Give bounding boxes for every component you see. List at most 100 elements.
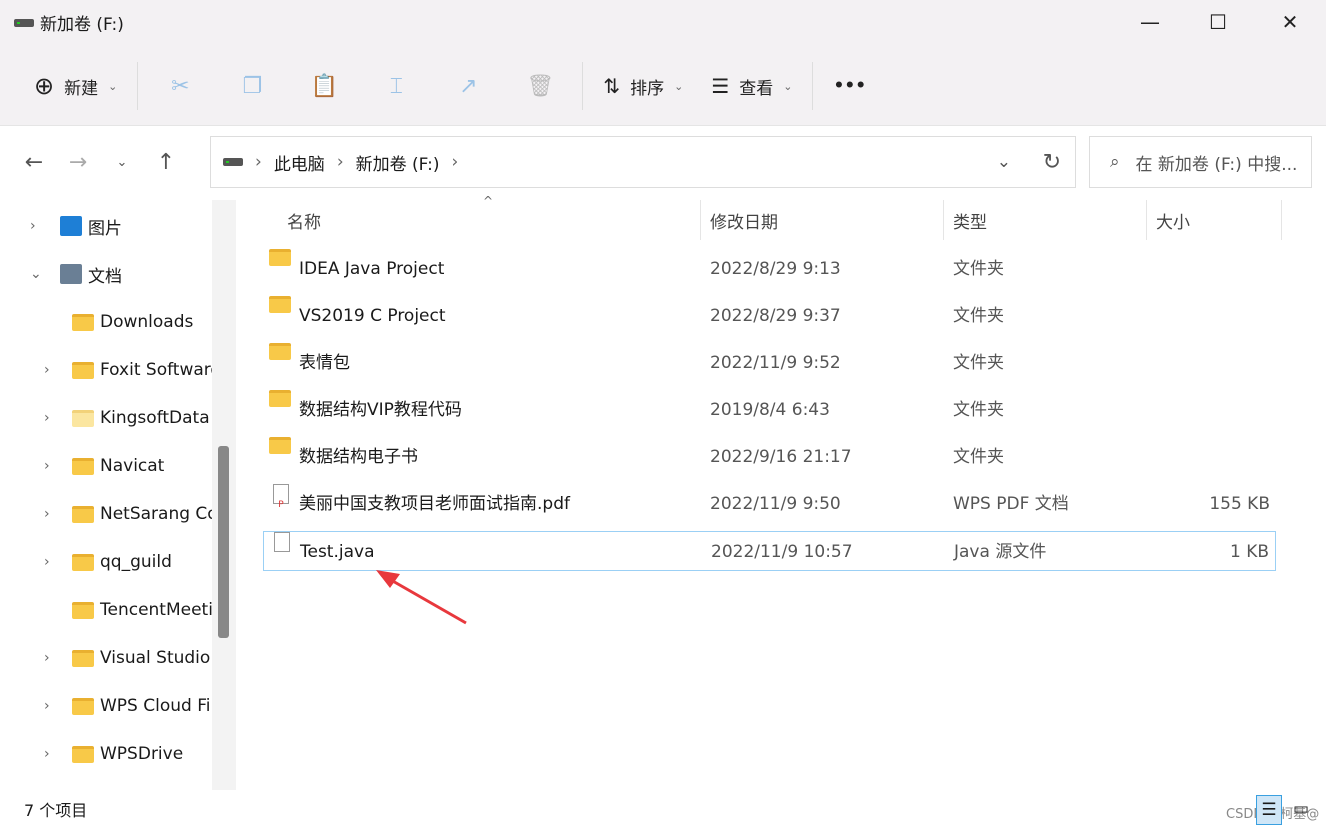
column-header-type[interactable]: 类型 <box>953 200 987 240</box>
close-button[interactable]: ✕ <box>1270 6 1310 38</box>
item-count: 7 个项目 <box>24 801 88 820</box>
breadcrumb-this-pc[interactable]: 此电脑 <box>274 150 325 175</box>
chevron-right-icon: › <box>451 152 459 172</box>
more-button[interactable]: ••• <box>819 64 880 108</box>
title-text: 新加卷 (F:) <box>40 15 124 35</box>
sort-icon: ⇅ <box>603 74 621 98</box>
chevron-right-icon[interactable]: › <box>44 458 50 474</box>
new-button[interactable]: ⊕ 新建 ⌄ <box>20 64 131 108</box>
sidebar-item[interactable]: › Navicat <box>0 446 212 486</box>
file-type: Java 源文件 <box>954 542 1047 562</box>
file-type: WPS PDF 文档 <box>953 494 1069 514</box>
file-name: VS2019 C Project <box>299 306 446 326</box>
sort-button[interactable]: ⇅ 排序 ⌄ <box>589 64 697 108</box>
chevron-right-icon[interactable]: › <box>44 746 50 762</box>
column-header-name[interactable]: 名称 <box>287 200 321 240</box>
rename-button[interactable]: ⌶ <box>360 64 432 108</box>
maximize-button[interactable]: ☐ <box>1198 6 1238 38</box>
sidebar-item[interactable]: › WPSDrive <box>0 734 212 774</box>
sidebar-item[interactable]: › Foxit Software <box>0 350 212 390</box>
sidebar-item[interactable]: › 图片 <box>0 206 212 246</box>
sidebar-item[interactable]: › qq_guild <box>0 542 212 582</box>
file-row[interactable]: 数据结构VIP教程代码 2019/8/4 6:43 文件夹 <box>263 390 1276 430</box>
file-name: 表情包 <box>299 353 350 373</box>
sidebar-item-label: Visual Studio <box>100 648 211 668</box>
search-input[interactable]: ⌕ 在 新加卷 (F:) 中搜... <box>1089 136 1312 188</box>
back-button[interactable]: ← <box>12 150 56 175</box>
sidebar-scrollbar-thumb[interactable] <box>218 446 229 638</box>
folder-icon <box>72 313 94 331</box>
file-row[interactable]: IDEA Java Project 2022/8/29 9:13 文件夹 <box>263 249 1276 289</box>
file-date: 2022/8/29 9:37 <box>710 306 841 326</box>
chevron-down-icon[interactable]: ⌄ <box>30 266 42 282</box>
file-date: 2022/11/9 9:50 <box>710 494 841 514</box>
thumbnail-view-icon: ▭ <box>1292 799 1310 819</box>
cut-button[interactable]: ✂ <box>144 64 216 108</box>
share-button[interactable]: ↗ <box>432 64 504 108</box>
divider <box>700 200 701 240</box>
rename-icon: ⌶ <box>389 73 403 99</box>
new-label: 新建 <box>64 78 99 99</box>
chevron-right-icon[interactable]: › <box>30 218 36 234</box>
forward-button[interactable]: → <box>56 150 100 175</box>
file-type: 文件夹 <box>953 353 1004 373</box>
file-row[interactable]: 表情包 2022/11/9 9:52 文件夹 <box>263 343 1276 383</box>
recent-dropdown[interactable]: ⌄ <box>100 155 144 170</box>
sidebar-item[interactable]: › Visual Studio <box>0 638 212 678</box>
sort-label: 排序 <box>630 78 665 99</box>
details-view-icon: ☰ <box>1261 800 1277 820</box>
file-date: 2022/11/9 9:52 <box>710 353 841 373</box>
sidebar-item[interactable]: Downloads <box>0 302 212 342</box>
pdf-file-icon: P <box>273 484 289 510</box>
sidebar-item-label: qq_guild <box>100 552 172 572</box>
share-icon: ↗ <box>459 73 478 99</box>
minimize-button[interactable]: — <box>1130 6 1170 38</box>
view-button[interactable]: ☰ 查看 ⌄ <box>697 64 806 108</box>
details-view-button[interactable]: ☰ <box>1256 795 1282 825</box>
file-row[interactable]: 数据结构电子书 2022/9/16 21:17 文件夹 <box>263 437 1276 477</box>
refresh-icon[interactable]: ↻ <box>1043 150 1061 175</box>
column-header-size[interactable]: 大小 <box>1156 200 1190 240</box>
sidebar-item[interactable]: ⌄ 文档 <box>0 254 212 294</box>
file-date: 2022/9/16 21:17 <box>710 447 852 467</box>
sidebar-item[interactable]: › WPS Cloud Files <box>0 686 212 726</box>
file-type: 文件夹 <box>953 400 1004 420</box>
sidebar-item[interactable]: › KingsoftData <box>0 398 212 438</box>
file-name: IDEA Java Project <box>299 259 445 279</box>
breadcrumb-drive[interactable]: 新加卷 (F:) <box>356 150 440 175</box>
sidebar-item-label: KingsoftData <box>100 408 210 428</box>
title-and-toolbar: 新加卷 (F:) — ☐ ✕ ⊕ 新建 ⌄ ✂ ❐ 📋 ⌶ ↗ 🗑 ⇅ 排序 ⌄ ☰ 查看… <box>0 0 1326 126</box>
file-row[interactable]: VS2019 C Project 2022/8/29 9:37 文件夹 <box>263 296 1276 336</box>
sidebar-item-label: 图片 <box>88 218 122 239</box>
paste-button[interactable]: 📋 <box>288 64 360 108</box>
sidebar-item-label: WPS Cloud Files <box>100 696 212 716</box>
chevron-right-icon[interactable]: › <box>44 506 50 522</box>
copy-button[interactable]: ❐ <box>216 64 288 108</box>
chevron-right-icon[interactable]: › <box>44 362 50 378</box>
delete-button[interactable]: 🗑 <box>504 64 576 108</box>
chevron-right-icon[interactable]: › <box>44 554 50 570</box>
divider <box>137 62 139 110</box>
chevron-right-icon[interactable]: › <box>44 698 50 714</box>
window-title: 新加卷 (F:) <box>14 10 124 35</box>
file-type: 文件夹 <box>953 306 1004 326</box>
folder-icon <box>269 296 291 313</box>
sidebar-item[interactable]: TencentMeeting <box>0 590 212 630</box>
folder-icon <box>269 249 291 266</box>
sidebar-item[interactable]: › NetSarang Computer <box>0 494 212 534</box>
divider <box>1281 200 1282 240</box>
sidebar-item-label: WPSDrive <box>100 744 184 764</box>
file-name: 数据结构VIP教程代码 <box>299 400 462 420</box>
address-history-dropdown[interactable]: ⌄ <box>997 152 1011 172</box>
chevron-right-icon[interactable]: › <box>44 650 50 666</box>
trash-icon: 🗑 <box>526 73 555 99</box>
up-button[interactable]: ↑ <box>144 150 188 175</box>
search-icon: ⌕ <box>1110 152 1120 172</box>
address-bar[interactable]: › 此电脑 › 新加卷 (F:) › ⌄ ↻ <box>210 136 1076 188</box>
divider <box>582 62 584 110</box>
chevron-right-icon[interactable]: › <box>44 410 50 426</box>
column-header-date[interactable]: 修改日期 <box>710 200 778 240</box>
thumbnail-view-button[interactable]: ▭ <box>1288 795 1314 825</box>
file-row[interactable]: P 美丽中国支教项目老师面试指南.pdf 2022/11/9 9:50 WPS P… <box>263 484 1276 524</box>
file-type: 文件夹 <box>953 447 1004 467</box>
